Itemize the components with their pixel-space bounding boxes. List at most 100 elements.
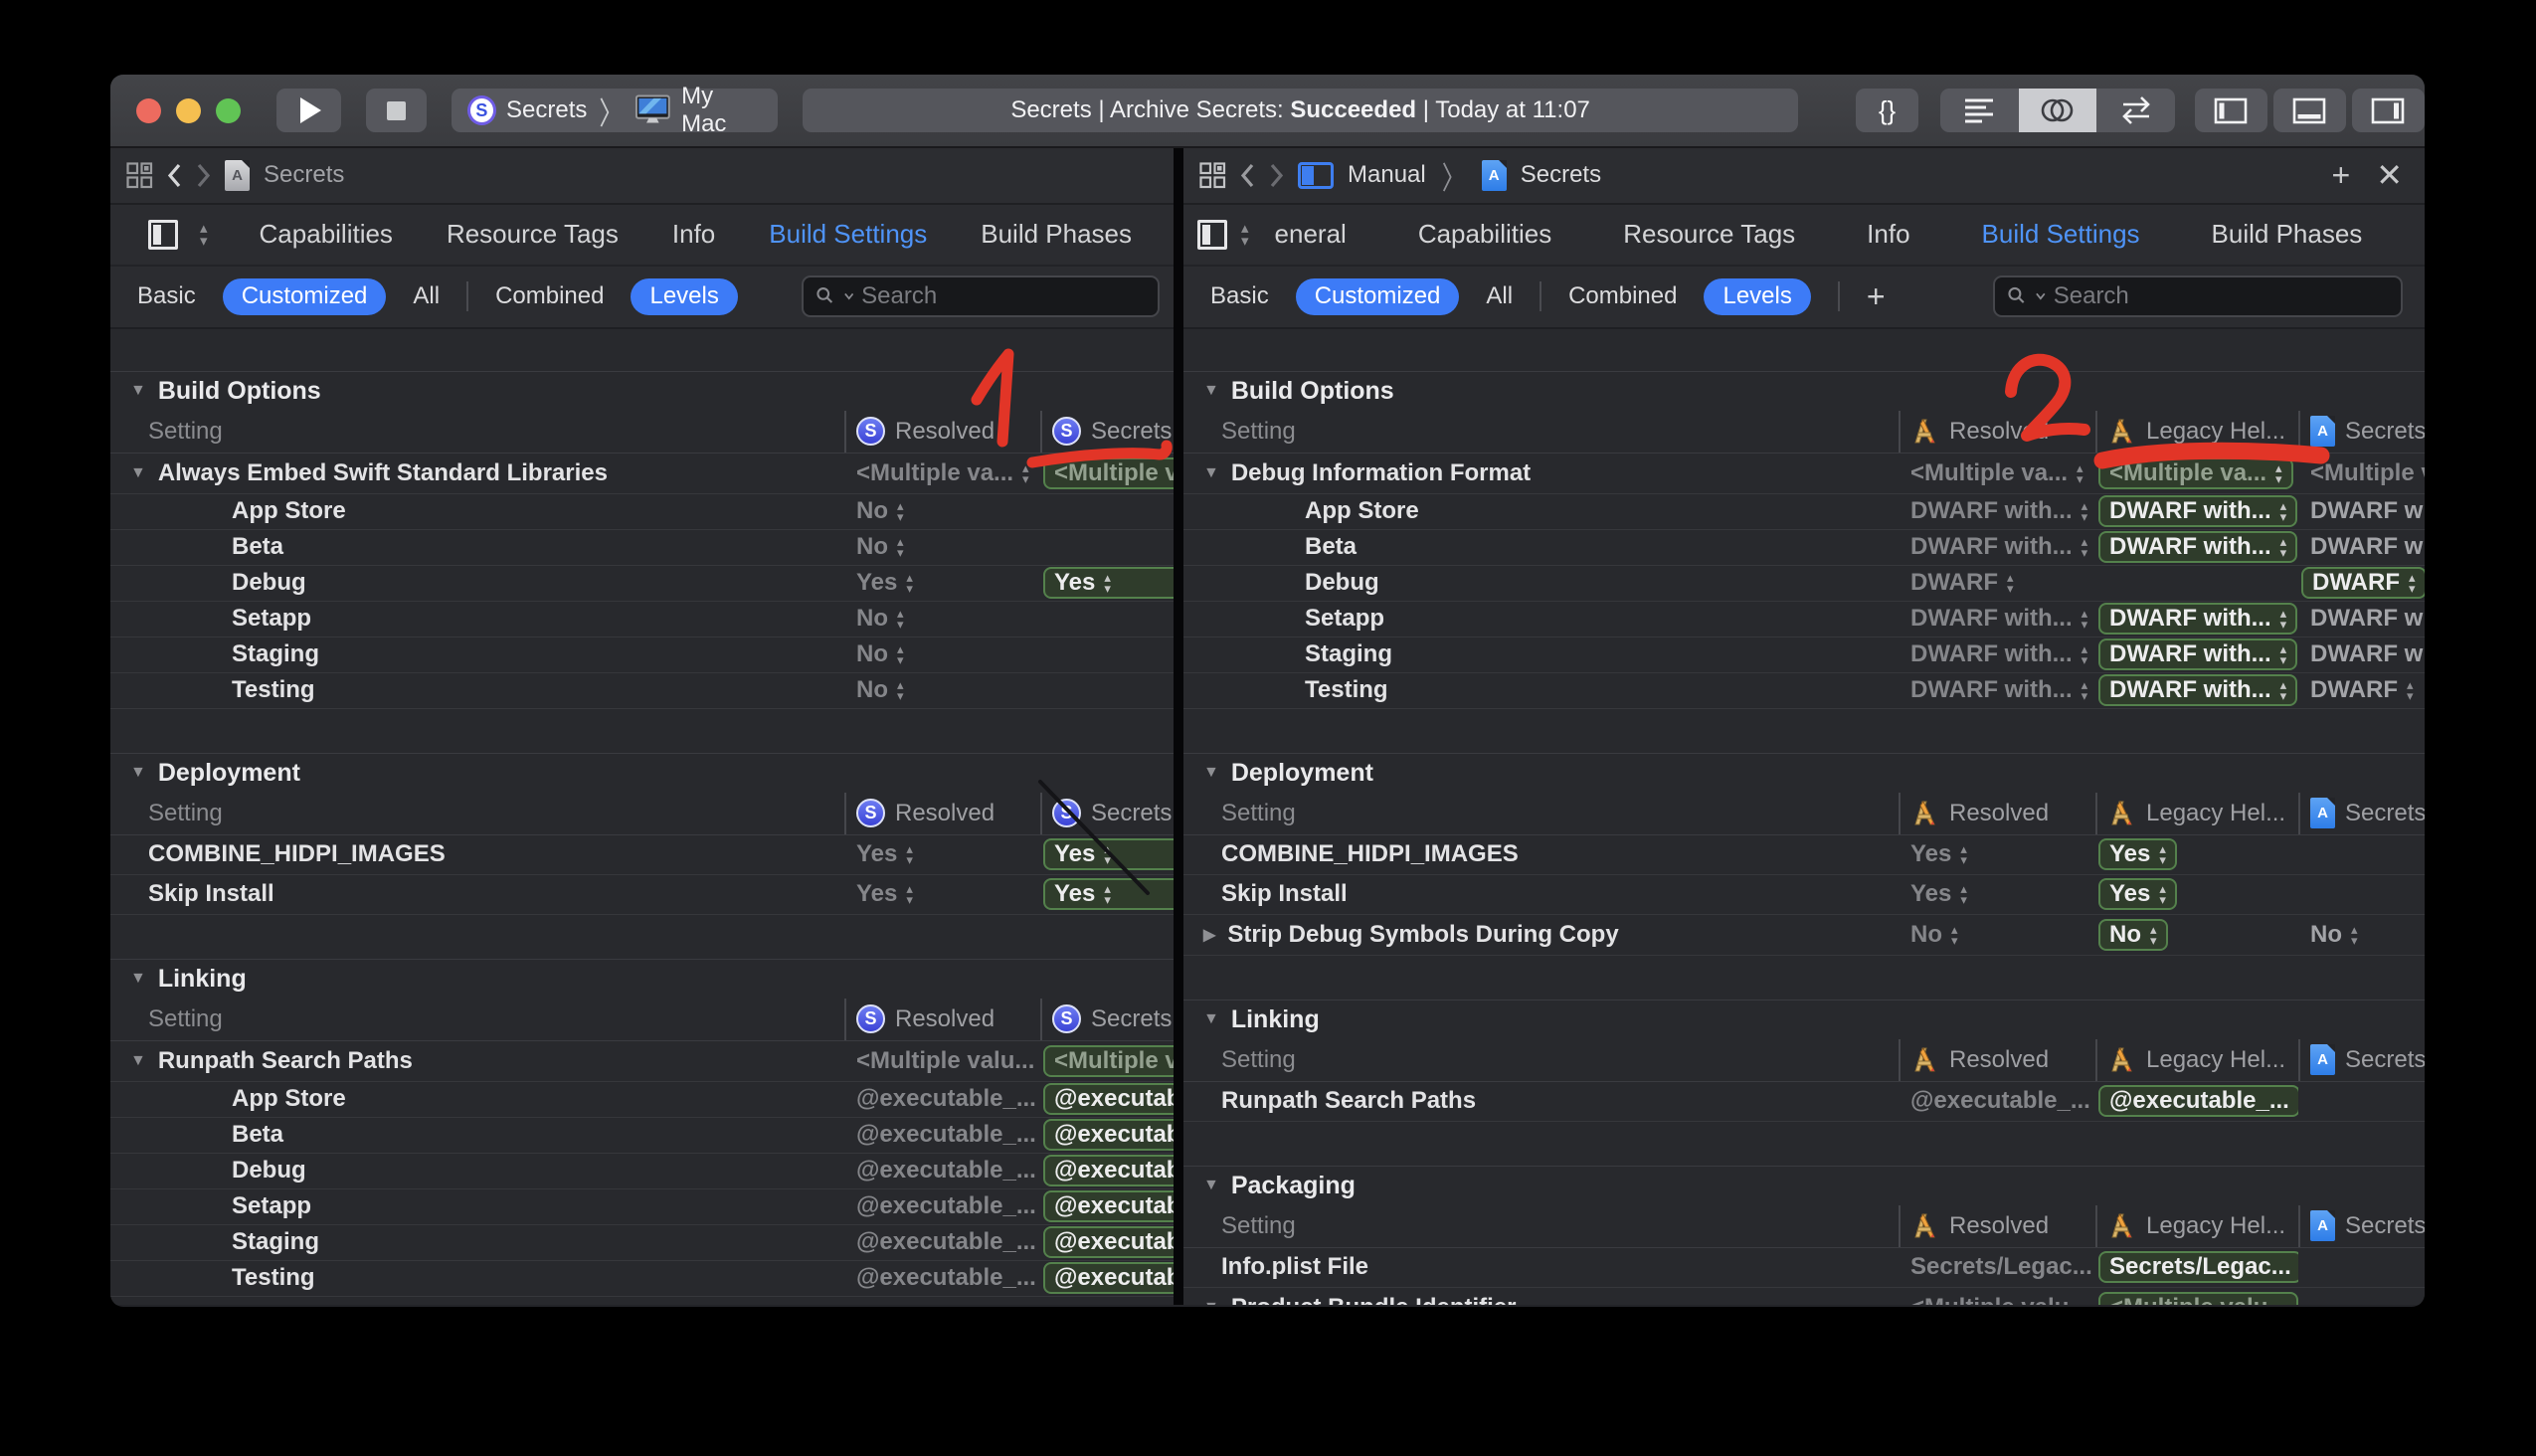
value-box[interactable]: @executabl <box>1043 1155 1174 1186</box>
value-box[interactable]: Yes▴▾ <box>1043 878 1174 910</box>
value-stepper-icon[interactable]: ▴▾ <box>1104 843 1111 865</box>
right-jump-bar-title[interactable]: Secrets <box>1521 161 1601 189</box>
value-text[interactable]: @executable_... <box>844 1192 1036 1220</box>
minimize-window-button[interactable] <box>176 98 201 123</box>
tab-eneral[interactable]: eneral <box>1275 219 1347 250</box>
disclosure-triangle-icon[interactable]: ▼ <box>130 382 146 400</box>
row-staging[interactable]: Staging@executable_...@executabl <box>110 1225 1174 1261</box>
value-stepper-icon[interactable]: ▴▾ <box>2280 643 2287 665</box>
section-header-linking[interactable]: ▼Linking <box>110 960 1174 999</box>
debug-area-toggle-button[interactable] <box>2273 89 2346 132</box>
value-stepper-icon[interactable]: ▴▾ <box>897 536 904 558</box>
value-stepper-icon[interactable]: ▴▾ <box>906 843 913 865</box>
value-text[interactable]: DWARF with...▴▾ <box>1899 676 2087 704</box>
back-icon[interactable] <box>167 163 182 188</box>
filter-levels[interactable]: Levels <box>1704 278 1810 315</box>
value-stepper-icon[interactable]: ▴▾ <box>2077 462 2083 484</box>
project-icon[interactable] <box>1197 220 1227 250</box>
project-icon[interactable] <box>148 220 178 250</box>
value-stepper-icon[interactable]: ▴▾ <box>2159 843 2166 865</box>
disclosure-triangle-icon[interactable]: ▼ <box>1203 1299 1219 1305</box>
section-header-deployment[interactable]: ▼Deployment <box>110 754 1174 793</box>
value-box[interactable]: @executabl <box>1043 1083 1174 1115</box>
value-stepper-icon[interactable]: ▴▾ <box>1960 883 1967 905</box>
zoom-window-button[interactable] <box>216 98 241 123</box>
assistant-mode-label[interactable]: Manual <box>1348 161 1426 189</box>
right-search-field[interactable] <box>1993 275 2403 317</box>
value-stepper-icon[interactable]: ▴▾ <box>2280 500 2287 522</box>
value-box[interactable]: Yes▴▾ <box>1043 567 1174 599</box>
filter-customized[interactable]: Customized <box>1296 278 1460 315</box>
tab-capabilities[interactable]: Capabilities <box>260 219 393 250</box>
value-text[interactable]: Yes▴▾ <box>844 569 913 597</box>
tab-overview-icon[interactable] <box>126 162 153 189</box>
tab-build-phases[interactable]: Build Phases <box>2212 219 2363 250</box>
filter-basic[interactable]: Basic <box>137 282 196 310</box>
stop-button[interactable] <box>366 89 427 132</box>
row-always-embed-swift-standard-libraries[interactable]: ▼Always Embed Swift Standard Libraries<M… <box>110 454 1174 494</box>
value-stepper-icon[interactable]: ▴▾ <box>1951 924 1958 946</box>
value-text[interactable]: No▴▾ <box>844 676 904 704</box>
value-box[interactable]: DWARF with...▴▾ <box>2098 674 2297 706</box>
value-box[interactable]: Yes▴▾ <box>1043 838 1174 870</box>
value-stepper-icon[interactable]: ▴▾ <box>2082 643 2088 665</box>
value-stepper-icon[interactable]: ▴▾ <box>2082 500 2088 522</box>
value-text[interactable]: DWARF▴▾ <box>2298 676 2414 704</box>
row-skip-install[interactable]: Skip InstallYes▴▾Yes▴▾ <box>110 875 1174 915</box>
right-search-input[interactable] <box>2054 282 2389 310</box>
add-build-setting-button[interactable]: + <box>1867 278 1886 315</box>
value-stepper-icon[interactable]: ▴▾ <box>1104 572 1111 594</box>
navigator-toggle-button[interactable] <box>2195 89 2267 132</box>
project-stepper-icon[interactable]: ▴▾ <box>1241 222 1249 248</box>
row-product-bundle-identifier[interactable]: ▼Product Bundle Identifier<Multiple valu… <box>1183 1288 2425 1305</box>
value-text[interactable]: No▴▾ <box>844 605 904 633</box>
row-testing[interactable]: TestingDWARF with...▴▾DWARF with...▴▾DWA… <box>1183 673 2425 709</box>
tab-info[interactable]: Info <box>1867 219 1909 250</box>
value-text[interactable]: DWARF with...▴▾ <box>1899 605 2087 633</box>
row-info-plist-file[interactable]: Info.plist FileSecrets/Legac...Secrets/L… <box>1183 1248 2425 1288</box>
forward-icon[interactable] <box>1269 163 1284 188</box>
forward-icon[interactable] <box>196 163 211 188</box>
value-text[interactable]: DWARF▴▾ <box>1899 569 2014 597</box>
value-text[interactable]: @executable_... <box>844 1157 1036 1184</box>
value-box[interactable]: Yes▴▾ <box>2098 878 2177 910</box>
value-text[interactable]: No▴▾ <box>844 497 904 525</box>
value-stepper-icon[interactable]: ▴▾ <box>897 679 904 701</box>
value-box[interactable]: @executabl <box>1043 1262 1174 1294</box>
value-box[interactable]: @executabl <box>1043 1226 1174 1258</box>
row-setapp[interactable]: SetappDWARF with...▴▾DWARF with...▴▾DWAR… <box>1183 602 2425 637</box>
value-text[interactable]: <Multiple valu...▴▾ <box>844 1047 1040 1075</box>
left-search-input[interactable] <box>861 282 1146 310</box>
value-stepper-icon[interactable]: ▴▾ <box>2407 679 2414 701</box>
tab-capabilities[interactable]: Capabilities <box>1418 219 1551 250</box>
row-combine-hidpi-images[interactable]: COMBINE_HIDPI_IMAGESYes▴▾Yes▴▾ <box>1183 835 2425 875</box>
value-box[interactable]: DWARF▴▾ <box>2301 567 2425 599</box>
value-text[interactable]: @executable_... <box>1899 1087 2090 1115</box>
value-text[interactable]: DWARF with...▴▾ <box>1899 640 2087 668</box>
left-jump-bar-title[interactable]: Secrets <box>264 161 344 189</box>
value-stepper-icon[interactable]: ▴▾ <box>906 572 913 594</box>
value-stepper-icon[interactable]: ▴▾ <box>2280 608 2287 630</box>
section-header-packaging[interactable]: ▼Packaging <box>1183 1167 2425 1205</box>
row-staging[interactable]: StagingDWARF with...▴▾DWARF with...▴▾DWA… <box>1183 637 2425 673</box>
disclosure-triangle-icon[interactable]: ▼ <box>1203 464 1219 482</box>
value-box[interactable]: No▴▾ <box>2098 919 2168 951</box>
back-icon[interactable] <box>1240 163 1255 188</box>
row-beta[interactable]: BetaDWARF with...▴▾DWARF with...▴▾DWARF … <box>1183 530 2425 566</box>
disclosure-triangle-icon[interactable]: ▼ <box>130 764 146 782</box>
value-stepper-icon[interactable]: ▴▾ <box>2280 536 2287 558</box>
tab-build-phases[interactable]: Build Phases <box>981 219 1132 250</box>
disclosure-triangle-icon[interactable]: ▼ <box>130 464 146 482</box>
version-editor-button[interactable] <box>2096 89 2175 132</box>
filter-customized[interactable]: Customized <box>223 278 387 315</box>
row-strip-debug-symbols-during-copy[interactable]: ▶Strip Debug Symbols During CopyNo▴▾No▴▾… <box>1183 915 2425 956</box>
filter-levels[interactable]: Levels <box>631 278 737 315</box>
value-box[interactable]: DWARF with...▴▾ <box>2098 638 2297 670</box>
filter-combined[interactable]: Combined <box>1568 282 1677 310</box>
standard-editor-button[interactable] <box>1940 89 2019 132</box>
disclosure-triangle-icon[interactable]: ▼ <box>130 1052 146 1070</box>
assistant-editor-button[interactable] <box>2019 89 2097 132</box>
run-button[interactable] <box>276 89 341 132</box>
library-button[interactable]: {} <box>1856 89 1918 132</box>
value-text[interactable]: Yes▴▾ <box>844 880 913 908</box>
